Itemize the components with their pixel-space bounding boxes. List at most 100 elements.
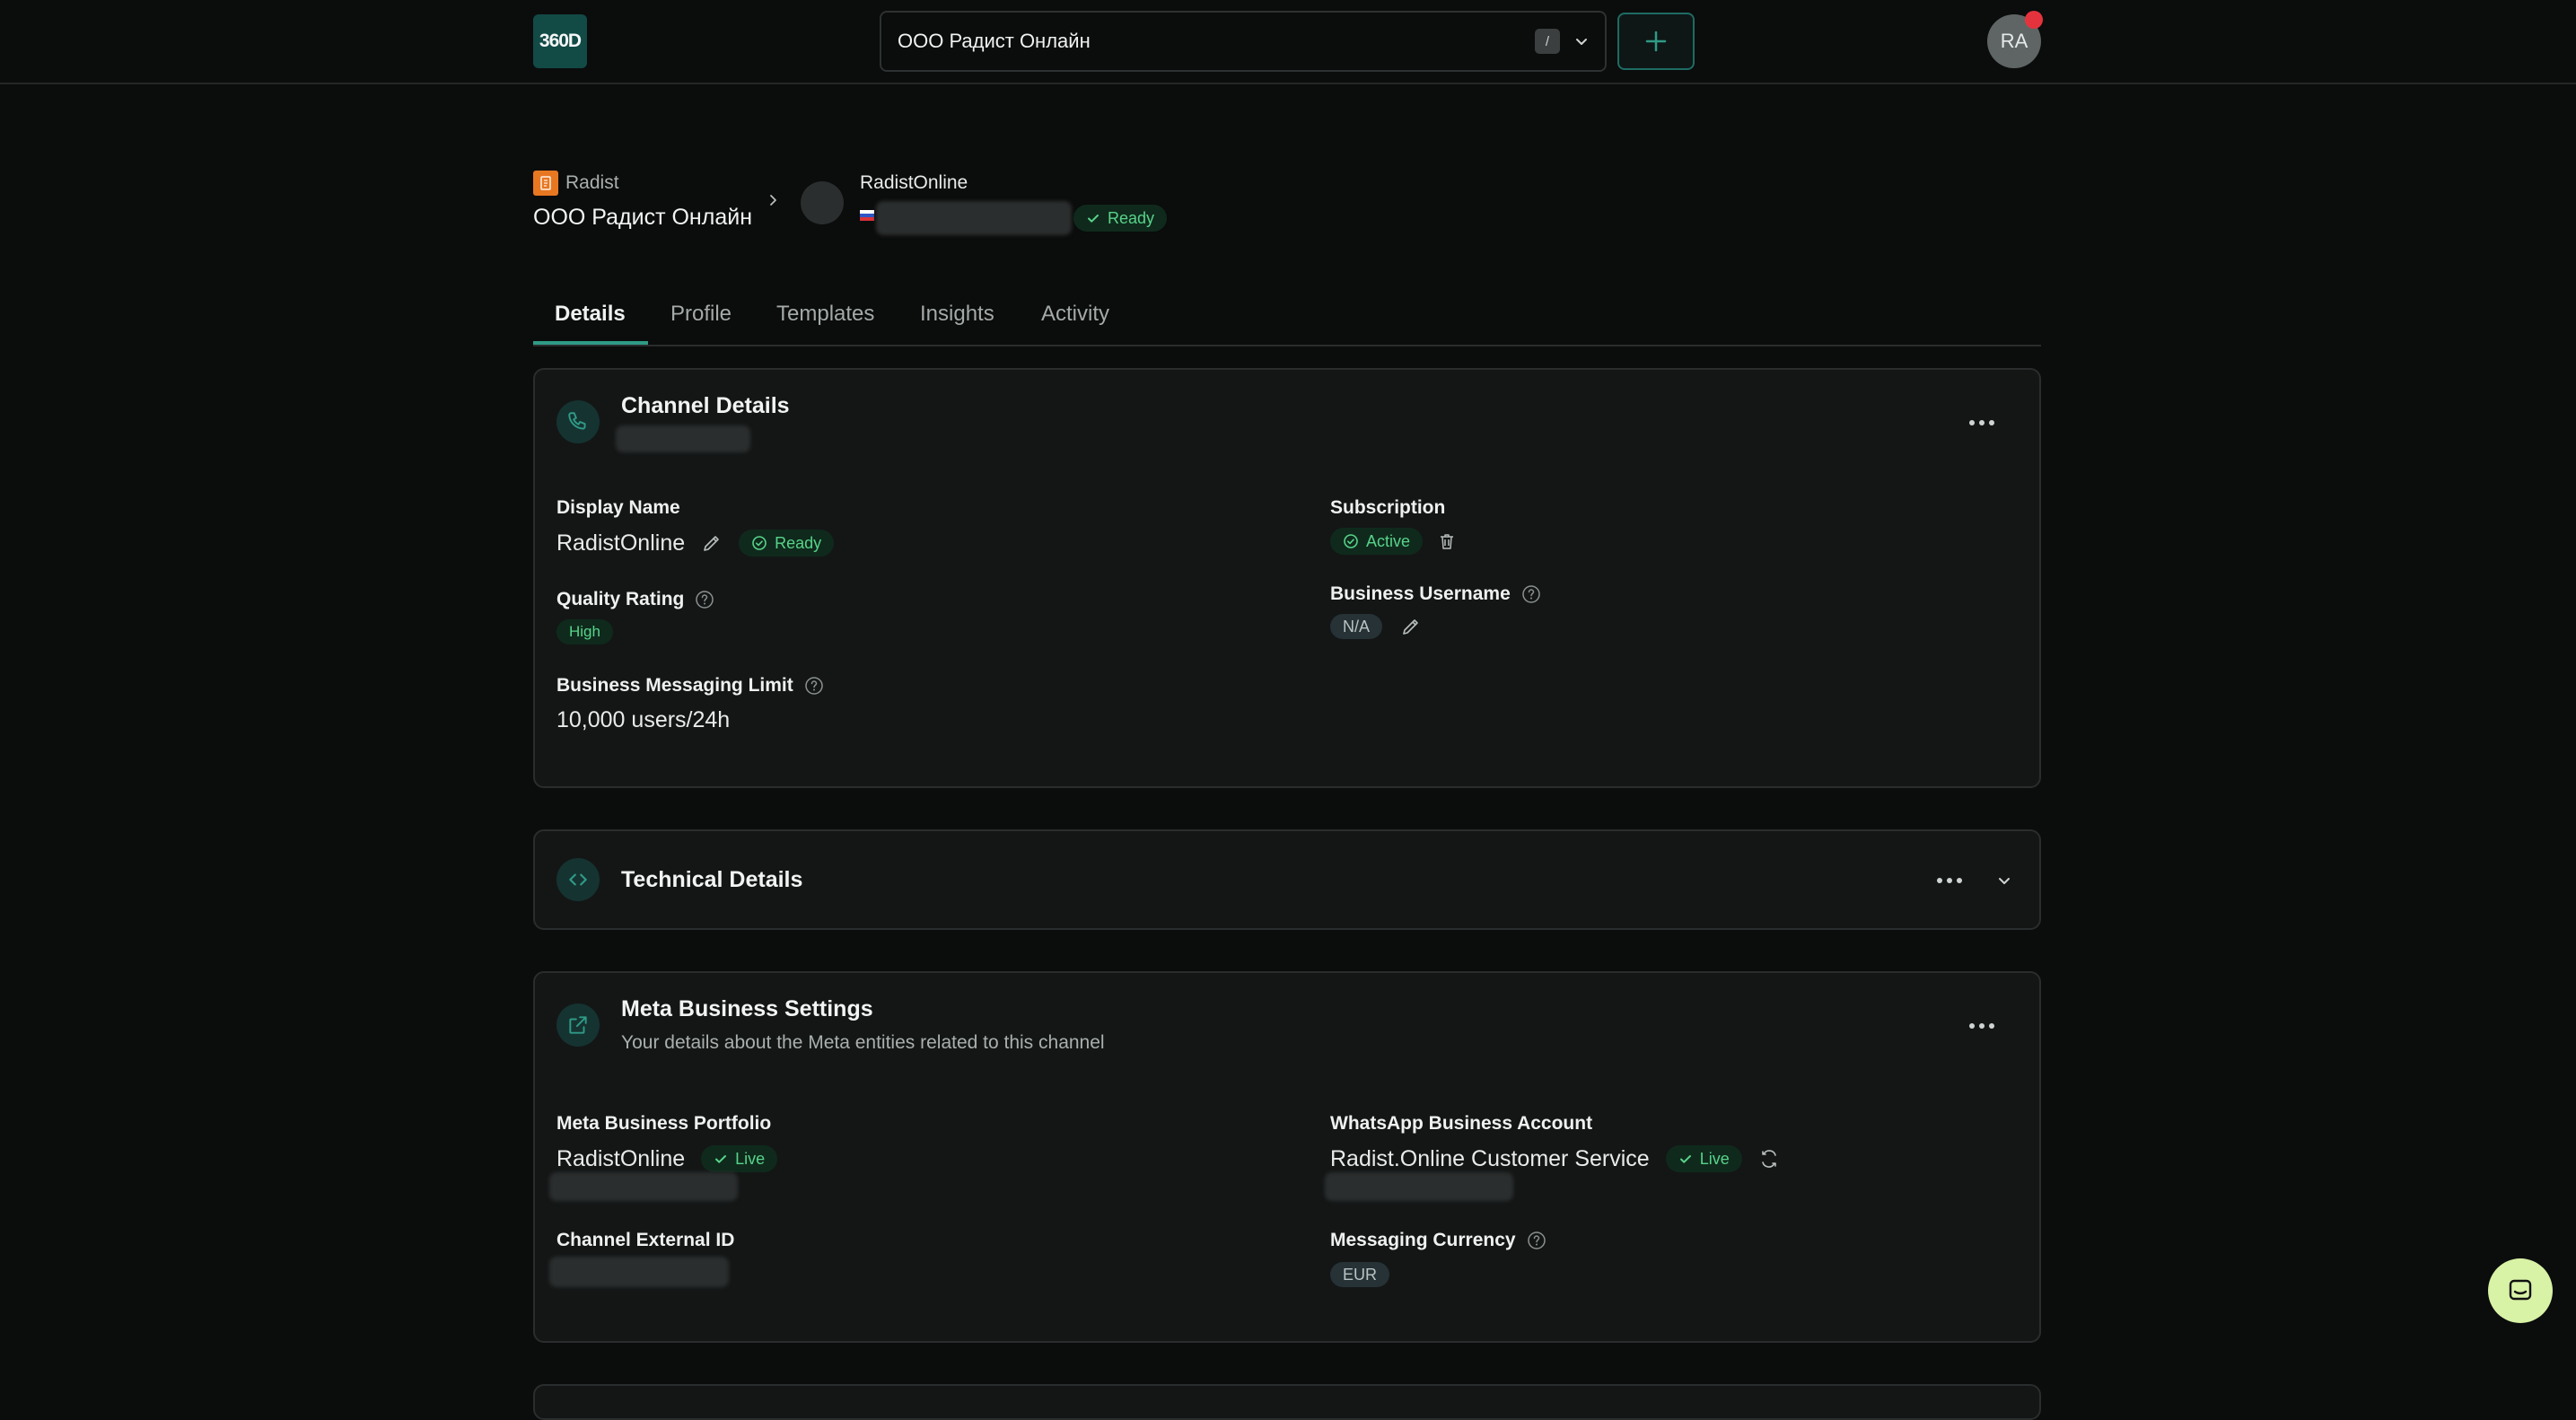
check-icon xyxy=(1679,1155,1691,1163)
tab-profile[interactable]: Profile xyxy=(670,302,732,327)
tab-bar: Details Profile Templates Insights Activ… xyxy=(533,296,2041,346)
chevron-right-icon xyxy=(770,195,776,206)
display-name-status-badge: Ready xyxy=(739,530,835,557)
support-chat-button[interactable] xyxy=(2488,1258,2553,1323)
channel-details-title: Channel Details xyxy=(621,393,790,418)
shortcut-hint: / xyxy=(1535,29,1560,54)
meta-portfolio-value: RadistOnline xyxy=(556,1145,686,1171)
trash-icon[interactable] xyxy=(1437,531,1457,551)
waba-status-badge: Live xyxy=(1665,1145,1742,1172)
notification-dot xyxy=(2025,11,2043,29)
channel-status-label: Ready xyxy=(1108,208,1155,227)
meta-settings-title: Meta Business Settings xyxy=(621,996,873,1021)
display-name-status: Ready xyxy=(775,533,822,552)
refresh-icon[interactable] xyxy=(1758,1148,1780,1170)
channel-status-container: Ready xyxy=(1073,205,1168,232)
display-name-label: Display Name xyxy=(556,497,680,519)
add-button[interactable] xyxy=(1617,13,1695,70)
meta-business-settings-card: Meta Business Settings Your details abou… xyxy=(533,971,2041,1343)
chevron-down-icon xyxy=(1576,39,1587,45)
meta-portfolio-status: Live xyxy=(735,1149,766,1168)
help-icon[interactable] xyxy=(804,676,824,696)
external-id-redacted xyxy=(549,1257,729,1287)
code-icon xyxy=(556,858,600,901)
portfolio-id-redacted xyxy=(549,1172,738,1201)
check-circle-icon xyxy=(1344,534,1358,548)
waba-label-text: WhatsApp Business Account xyxy=(1330,1113,1593,1134)
quality-rating-badge: High xyxy=(556,619,613,644)
waba-value: Radist.Online Customer Service xyxy=(1330,1145,1650,1171)
help-icon[interactable] xyxy=(695,590,714,609)
partner-logo xyxy=(533,171,558,196)
currency-label: Messaging Currency xyxy=(1330,1230,1546,1251)
meta-portfolio-label: Meta Business Portfolio xyxy=(556,1113,771,1135)
active-tab-indicator xyxy=(533,341,648,345)
check-circle-icon xyxy=(752,536,767,550)
currency-container: EUR xyxy=(1330,1262,1390,1287)
quality-rating-label: Quality Rating xyxy=(556,589,714,610)
more-options-icon[interactable] xyxy=(1969,420,1994,425)
client-name[interactable]: ООО Радист Онлайн xyxy=(533,205,752,231)
display-name-row: RadistOnline Ready xyxy=(556,530,835,557)
next-card xyxy=(533,1384,2041,1420)
more-options-icon[interactable] xyxy=(1937,878,1962,883)
help-icon[interactable] xyxy=(1527,1231,1546,1250)
business-username-row: N/A xyxy=(1330,614,1422,639)
phone-icon xyxy=(556,400,600,443)
messaging-limit-value: 10,000 users/24h xyxy=(556,707,731,732)
phone-number-redacted xyxy=(876,201,1072,235)
meta-portfolio-status-badge: Live xyxy=(701,1145,778,1172)
currency-label-text: Messaging Currency xyxy=(1330,1230,1516,1250)
chevron-down-icon[interactable] xyxy=(1996,872,2012,889)
check-icon xyxy=(1088,215,1099,223)
app-logo[interactable]: 360D xyxy=(533,14,587,68)
edit-icon[interactable] xyxy=(701,532,723,554)
organization-selector[interactable]: ООО Радист Онлайн / xyxy=(880,11,1607,72)
quality-rating-container: High xyxy=(556,619,613,644)
subscription-row: Active xyxy=(1330,528,1457,555)
partner-name[interactable]: Radist xyxy=(565,172,619,194)
channel-details-card: Channel Details Display Name RadistOnlin… xyxy=(533,368,2041,788)
external-link-icon xyxy=(556,1004,600,1047)
plus-icon xyxy=(1645,31,1667,52)
tab-templates[interactable]: Templates xyxy=(776,302,874,327)
meta-settings-subtitle: Your details about the Meta entities rel… xyxy=(621,1032,1105,1053)
waba-id-redacted xyxy=(1325,1172,1513,1201)
tab-activity[interactable]: Activity xyxy=(1041,302,1109,327)
edit-icon[interactable] xyxy=(1400,616,1422,637)
display-name-label-text: Display Name xyxy=(556,497,680,518)
quality-rating-label-text: Quality Rating xyxy=(556,589,685,609)
check-icon xyxy=(715,1155,727,1163)
technical-details-title: Technical Details xyxy=(621,867,803,892)
waba-label: WhatsApp Business Account xyxy=(1330,1113,1592,1135)
business-username-label-text: Business Username xyxy=(1330,583,1511,604)
business-username-label: Business Username xyxy=(1330,583,1541,605)
document-icon xyxy=(540,176,551,190)
chat-icon xyxy=(2509,1279,2532,1301)
waba-status: Live xyxy=(1699,1149,1730,1168)
tab-details[interactable]: Details xyxy=(555,302,626,327)
subscription-label: Subscription xyxy=(1330,497,1445,519)
external-id-label: Channel External ID xyxy=(556,1230,734,1251)
currency-value: EUR xyxy=(1330,1262,1390,1287)
top-bar: 360D ООО Радист Онлайн / RA xyxy=(0,0,2576,84)
external-id-label-text: Channel External ID xyxy=(556,1230,735,1250)
waba-row: Radist.Online Customer Service Live xyxy=(1330,1145,1780,1172)
russia-flag-icon xyxy=(860,210,874,221)
more-options-icon[interactable] xyxy=(1969,1023,1994,1029)
messaging-limit-label: Business Messaging Limit xyxy=(556,675,824,697)
messaging-limit-label-text: Business Messaging Limit xyxy=(556,675,793,696)
meta-portfolio-label-text: Meta Business Portfolio xyxy=(556,1113,772,1134)
channel-name: RadistOnline xyxy=(860,172,968,193)
business-username-value: N/A xyxy=(1330,614,1383,639)
tab-insights[interactable]: Insights xyxy=(920,302,994,327)
technical-details-card[interactable]: Technical Details xyxy=(533,829,2041,930)
channel-avatar xyxy=(801,181,844,224)
organization-selector-value: ООО Радист Онлайн xyxy=(898,30,1091,52)
channel-id-redacted xyxy=(616,425,750,452)
subscription-label-text: Subscription xyxy=(1330,497,1446,518)
help-icon[interactable] xyxy=(1521,584,1541,604)
subscription-status-badge: Active xyxy=(1330,528,1424,555)
channel-status-badge: Ready xyxy=(1073,205,1168,232)
display-name-value: RadistOnline xyxy=(556,530,686,556)
